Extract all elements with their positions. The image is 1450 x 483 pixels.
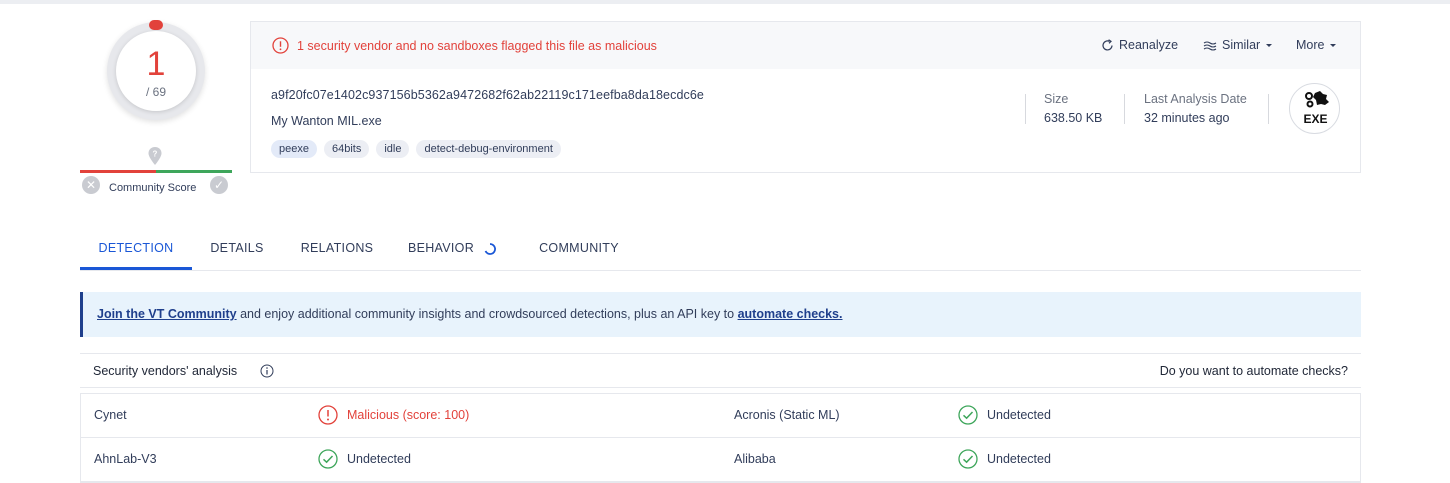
card-header: 1 security vendor and no sandboxes flagg… [251, 22, 1360, 69]
divider [1124, 94, 1125, 124]
tag-chip[interactable]: idle [376, 140, 410, 158]
more-label: More [1296, 38, 1325, 52]
score-ring-inner: 1 / 69 [116, 31, 196, 111]
svg-text:?: ? [153, 150, 158, 159]
similar-icon [1203, 40, 1217, 51]
detection-alert-text: 1 security vendor and no sandboxes flagg… [297, 39, 657, 53]
chevron-down-icon [1330, 43, 1337, 47]
refresh-icon [1102, 38, 1113, 51]
file-hash[interactable]: a9f20fc07e1402c937156b5362a9472682f62ab2… [271, 88, 704, 102]
last-analysis-label: Last Analysis Date [1144, 92, 1247, 106]
divider [1268, 94, 1269, 124]
alert-circle-icon [272, 37, 289, 54]
result-label: Undetected [987, 408, 1051, 422]
size-label: Size [1044, 92, 1069, 106]
engine-total: / 69 [145, 85, 166, 99]
file-summary-card: 1 security vendor and no sandboxes flagg… [250, 21, 1361, 173]
vote-harmless-icon[interactable]: ✓ [210, 176, 228, 194]
file-type-label: EXE [1303, 112, 1327, 126]
join-community-link[interactable]: Join the VT Community [97, 307, 237, 321]
alert-circle-icon [318, 405, 338, 425]
check-circle-icon [958, 405, 978, 425]
vote-malicious-icon[interactable]: ✕ [82, 176, 100, 194]
community-score-label: Community Score [109, 182, 197, 194]
banner-text: Join the VT Community and enjoy addition… [97, 307, 843, 321]
score-ring: 1 / 69 [107, 22, 205, 120]
divider [1025, 94, 1026, 124]
result-label: Undetected [987, 452, 1051, 466]
vendors-header: Security vendors' analysis Do you want t… [80, 353, 1361, 388]
vendor-name: Acronis (Static ML) [734, 408, 840, 422]
automate-checks-link[interactable]: automate checks. [738, 307, 843, 321]
similar-label: Similar [1222, 38, 1261, 52]
community-score-positive-bar [156, 170, 232, 173]
more-dropdown[interactable]: More [1296, 38, 1337, 52]
table-row: AhnLab-V3 Undetected Alibaba Undetected [81, 438, 1360, 482]
gears-icon: EXE [1303, 91, 1329, 126]
chevron-down-icon [1266, 43, 1273, 47]
detection-count: 1 [146, 45, 166, 83]
vendor-result: Malicious (score: 100) [318, 405, 469, 425]
community-score-negative-bar [80, 170, 156, 173]
reanalyze-label: Reanalyze [1119, 38, 1179, 52]
tag-chip[interactable]: 64bits [323, 140, 370, 158]
file-name: My Wanton MIL.exe [271, 114, 382, 128]
vendor-name: Cynet [94, 408, 127, 422]
vendors-title: Security vendors' analysis [93, 364, 238, 378]
last-analysis-value: 32 minutes ago [1144, 111, 1230, 125]
file-tags: peexe 64bits idle detect-debug-environme… [271, 140, 561, 158]
file-type-badge: EXE [1289, 83, 1340, 134]
detection-score-widget: 1 / 69 ? ✕ Community Score ✓ [80, 20, 232, 200]
vendor-name: Alibaba [734, 452, 776, 466]
size-value: 638.50 KB [1044, 111, 1103, 125]
banner-body: and enjoy additional community insights … [236, 307, 738, 321]
tab-detection[interactable]: DETECTION [80, 228, 192, 270]
top-border [0, 0, 1450, 4]
vendor-result: Undetected [958, 449, 1051, 469]
automate-checks-prompt[interactable]: Do you want to automate checks? [1160, 364, 1348, 378]
score-ring-marker [149, 20, 163, 30]
check-circle-icon [318, 449, 338, 469]
vendors-table: Cynet Malicious (score: 100) Acronis (St… [80, 393, 1361, 483]
check-circle-icon [958, 449, 978, 469]
similar-dropdown[interactable]: Similar [1203, 38, 1273, 52]
table-row: Cynet Malicious (score: 100) Acronis (St… [81, 394, 1360, 438]
vendor-result: Undetected [958, 405, 1051, 425]
map-pin-icon: ? [148, 147, 162, 165]
vendor-result: Undetected [318, 449, 411, 469]
community-banner: Join the VT Community and enjoy addition… [80, 292, 1361, 337]
tab-details[interactable]: DETAILS [201, 228, 273, 270]
tab-relations[interactable]: RELATIONS [292, 228, 382, 270]
reanalyze-button[interactable]: Reanalyze [1101, 38, 1178, 52]
tab-behavior[interactable]: BEHAVIOR [402, 228, 502, 270]
result-label: Malicious (score: 100) [347, 408, 470, 422]
tab-community[interactable]: COMMUNITY [530, 228, 628, 270]
report-tabs: DETECTION DETAILS RELATIONS BEHAVIOR COM… [80, 228, 1361, 271]
tag-chip[interactable]: peexe [271, 140, 317, 158]
info-icon[interactable] [260, 364, 274, 378]
tag-chip[interactable]: detect-debug-environment [416, 140, 561, 158]
vendor-name: AhnLab-V3 [94, 452, 157, 466]
tab-behavior-label: BEHAVIOR [407, 241, 475, 255]
loading-spinner-icon [484, 242, 496, 255]
result-label: Undetected [347, 452, 411, 466]
